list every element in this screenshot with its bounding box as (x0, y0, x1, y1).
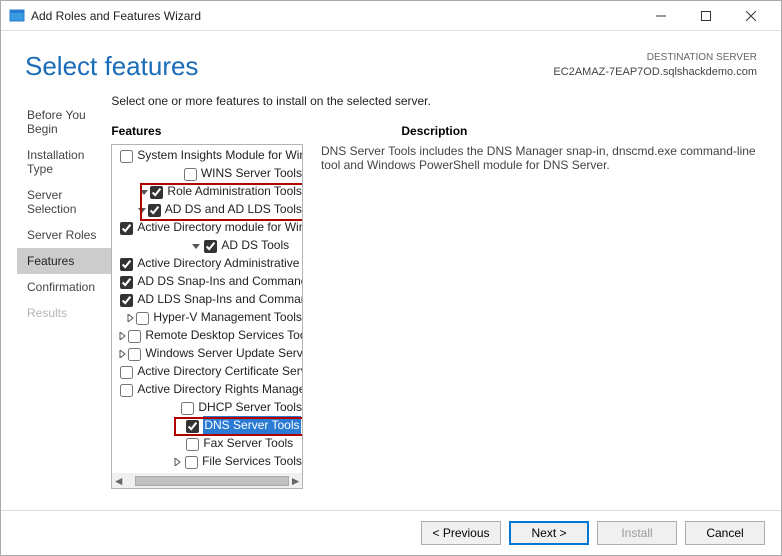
tree-item[interactable]: Remote Desktop Services Tools (118, 327, 302, 345)
wizard-nav: Before You BeginInstallation TypeServer … (1, 92, 111, 489)
feature-label[interactable]: Remote Desktop Services Tools (145, 326, 302, 345)
feature-checkbox[interactable] (185, 456, 198, 469)
feature-label[interactable]: Hyper-V Management Tools (153, 308, 302, 327)
expand-icon[interactable] (118, 348, 126, 360)
tree-item[interactable]: AD DS Tools (118, 237, 302, 255)
next-button[interactable]: Next > (509, 521, 589, 545)
tree-item[interactable]: Active Directory Administrative Cent (118, 255, 302, 273)
destination-server-block: DESTINATION SERVER EC2AMAZ-7EAP7OD.sqlsh… (553, 51, 757, 80)
tree-item[interactable]: System Insights Module for Windows Powe (118, 147, 302, 165)
scrollbar-thumb[interactable] (135, 476, 289, 486)
feature-checkbox[interactable] (120, 276, 133, 289)
feature-checkbox[interactable] (128, 348, 141, 361)
feature-checkbox[interactable] (120, 366, 133, 379)
tree-item[interactable]: File Services Tools (118, 453, 302, 471)
nav-server-selection[interactable]: Server Selection (17, 182, 111, 222)
horizontal-scrollbar[interactable]: ◄ ► (112, 473, 302, 488)
previous-button[interactable]: < Previous (421, 521, 501, 545)
wizard-footer: < Previous Next > Install Cancel (1, 510, 781, 555)
feature-checkbox[interactable] (120, 222, 133, 235)
twisty-spacer (172, 438, 184, 450)
tree-item[interactable]: DHCP Server Tools (118, 399, 302, 417)
close-button[interactable] (728, 2, 773, 30)
feature-checkbox[interactable] (120, 294, 133, 307)
nav-server-roles[interactable]: Server Roles (17, 222, 111, 248)
tree-item[interactable]: Hyper-V Management Tools (118, 309, 302, 327)
tree-item[interactable]: Windows Server Update Services Tools (118, 345, 302, 363)
expand-icon[interactable] (126, 312, 134, 324)
highlight-role-admin (140, 183, 302, 221)
expand-icon[interactable] (118, 330, 126, 342)
features-tree-pane: System Insights Module for Windows PoweW… (111, 144, 303, 489)
feature-label[interactable]: System Insights Module for Windows Powe (137, 146, 302, 165)
feature-label[interactable]: Fax Server Tools (203, 434, 293, 453)
tree-item[interactable]: AD DS Snap-Ins and Command-Line (118, 273, 302, 291)
destination-server: EC2AMAZ-7EAP7OD.sqlshackdemo.com (553, 65, 757, 80)
feature-label[interactable]: AD LDS Snap-Ins and Command-Line To (137, 290, 302, 309)
feature-checkbox[interactable] (128, 330, 141, 343)
nav-confirmation[interactable]: Confirmation (17, 274, 111, 300)
install-button: Install (597, 521, 677, 545)
feature-checkbox[interactable] (120, 150, 133, 163)
tree-item[interactable]: Active Directory module for Windows P (118, 219, 302, 237)
feature-checkbox[interactable] (184, 168, 197, 181)
nav-results: Results (17, 300, 111, 326)
feature-checkbox[interactable] (136, 312, 149, 325)
feature-checkbox[interactable] (204, 240, 217, 253)
scroll-right-icon[interactable]: ► (289, 473, 302, 488)
maximize-button[interactable] (683, 2, 728, 30)
collapse-icon[interactable] (190, 240, 202, 252)
highlight-dns-tools (174, 417, 302, 436)
nav-installation-type[interactable]: Installation Type (17, 142, 111, 182)
feature-checkbox[interactable] (120, 384, 133, 397)
page-title: Select features (25, 51, 198, 82)
feature-label[interactable]: Windows Server Update Services Tools (145, 344, 302, 363)
destination-label: DESTINATION SERVER (553, 51, 757, 65)
nav-features[interactable]: Features (17, 248, 111, 274)
twisty-spacer (168, 402, 179, 414)
twisty-spacer (170, 168, 182, 180)
feature-label[interactable]: File Services Tools (202, 452, 302, 471)
feature-checkbox[interactable] (120, 258, 133, 271)
feature-checkbox[interactable] (181, 402, 194, 415)
feature-label[interactable]: DHCP Server Tools (198, 398, 302, 417)
scroll-left-icon[interactable]: ◄ (112, 473, 125, 488)
feature-label[interactable]: Active Directory Administrative Cent (137, 254, 302, 273)
expand-icon[interactable] (171, 456, 183, 468)
tree-item[interactable]: Active Directory Certificate Services To… (118, 363, 302, 381)
feature-label[interactable]: AD DS Snap-Ins and Command-Line (137, 272, 302, 291)
feature-label[interactable]: Active Directory Certificate Services To… (137, 362, 302, 381)
feature-label[interactable]: Active Directory module for Windows P (137, 218, 302, 237)
feature-checkbox[interactable] (186, 438, 199, 451)
feature-label[interactable]: WINS Server Tools (201, 164, 302, 183)
tree-item[interactable]: WINS Server Tools (118, 165, 302, 183)
feature-label[interactable]: AD DS Tools (221, 236, 289, 255)
description-heading: Description (401, 124, 467, 138)
tree-item[interactable]: Fax Server Tools (118, 435, 302, 453)
description-text: DNS Server Tools includes the DNS Manage… (321, 144, 771, 489)
feature-label[interactable]: Active Directory Rights Management Servi… (137, 380, 302, 399)
features-heading: Features (111, 124, 161, 138)
nav-before-you-begin[interactable]: Before You Begin (17, 102, 111, 142)
cancel-button[interactable]: Cancel (685, 521, 765, 545)
instruction-text: Select one or more features to install o… (111, 94, 771, 108)
window-title: Add Roles and Features Wizard (31, 9, 638, 23)
titlebar: Add Roles and Features Wizard (1, 1, 781, 31)
tree-item[interactable]: AD LDS Snap-Ins and Command-Line To (118, 291, 302, 309)
tree-item[interactable]: Active Directory Rights Management Servi… (118, 381, 302, 399)
minimize-button[interactable] (638, 2, 683, 30)
app-icon (9, 8, 25, 24)
